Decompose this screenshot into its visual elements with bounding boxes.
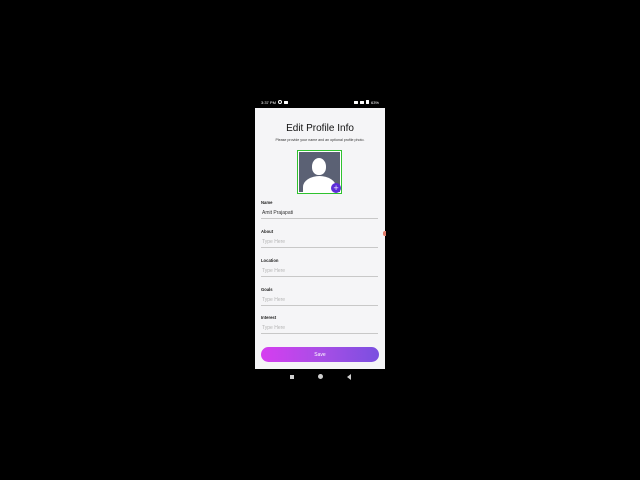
page-title: Edit Profile Info xyxy=(286,123,354,134)
scroll-indicator xyxy=(383,231,386,236)
battery-icon xyxy=(365,100,369,104)
wifi-icon xyxy=(359,100,364,104)
plus-icon[interactable]: + xyxy=(331,183,341,193)
recents-square-icon[interactable] xyxy=(289,374,294,379)
about-field: About xyxy=(261,229,378,248)
name-field: Name xyxy=(261,200,378,219)
name-input[interactable] xyxy=(261,208,378,219)
goals-field: Goals xyxy=(261,287,378,306)
interest-input[interactable] xyxy=(261,323,378,334)
avatar-head xyxy=(312,158,326,175)
name-label: Name xyxy=(261,200,273,205)
battery-level: 63% xyxy=(370,99,379,105)
media-icon xyxy=(283,100,288,104)
location-input[interactable] xyxy=(261,266,378,277)
home-circle-icon[interactable] xyxy=(317,374,323,379)
location-label: Location xyxy=(261,258,279,263)
goals-input[interactable] xyxy=(261,295,378,306)
page-subtitle: Please provide your name and an optional… xyxy=(275,138,365,142)
back-triangle-icon[interactable] xyxy=(346,373,351,380)
about-label: About xyxy=(261,229,274,234)
interest-label: Interest xyxy=(261,315,277,320)
location-field: Location xyxy=(261,258,378,277)
save-button[interactable]: Save xyxy=(261,347,379,362)
notification-icon xyxy=(277,100,282,104)
status-bar: 3:37 PM 63% xyxy=(255,96,385,108)
goals-label: Goals xyxy=(261,287,273,292)
signal-icon xyxy=(353,100,358,104)
about-input[interactable] xyxy=(261,237,378,248)
status-time: 3:37 PM xyxy=(261,99,276,105)
interest-field: Interest xyxy=(261,315,378,334)
system-nav-bar xyxy=(255,369,385,384)
